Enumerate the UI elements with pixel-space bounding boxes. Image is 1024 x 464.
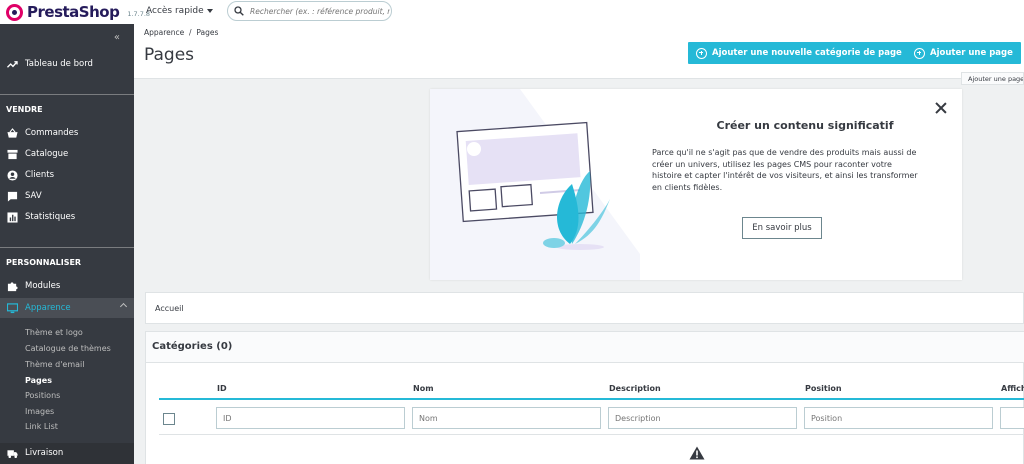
column-id[interactable]: ID bbox=[217, 384, 227, 393]
breadcrumb-home[interactable]: Accueil bbox=[155, 304, 184, 313]
sidebar-item-label: SAV bbox=[25, 191, 42, 201]
add-page-button[interactable]: Ajouter une page bbox=[906, 42, 1021, 64]
header-underline bbox=[159, 398, 1024, 400]
sidebar-item-label: Modules bbox=[25, 281, 61, 291]
sidebar-item-catalog[interactable]: Catalogue bbox=[0, 144, 134, 164]
trending-up-icon bbox=[6, 58, 18, 70]
sidebar-item-modules[interactable]: Modules bbox=[0, 276, 134, 296]
collapse-sidebar-icon[interactable]: « bbox=[114, 32, 120, 43]
puzzle-icon bbox=[6, 280, 18, 292]
prestashop-logo-icon bbox=[6, 3, 23, 21]
sidebar-item-service[interactable]: SAV bbox=[0, 186, 134, 206]
submenu-link-list[interactable]: Link List bbox=[25, 422, 58, 431]
caret-down-icon bbox=[206, 8, 213, 13]
column-description[interactable]: Description bbox=[609, 384, 661, 393]
search-icon bbox=[234, 6, 244, 16]
brand-name: PrestaShop bbox=[27, 3, 120, 21]
select-all-checkbox[interactable] bbox=[163, 413, 175, 425]
sidebar-item-label: Commandes bbox=[25, 128, 79, 138]
truck-icon bbox=[6, 447, 18, 459]
filter-id-input[interactable] bbox=[216, 407, 405, 429]
top-header: PrestaShop 1.7.7.8 Accès rapide bbox=[0, 0, 1024, 24]
section-customize: PERSONNALISER bbox=[6, 258, 82, 267]
cms-illustration bbox=[430, 89, 640, 280]
column-display[interactable]: Affich bbox=[1001, 384, 1024, 393]
categories-panel: Catégories (0) ID Nom Description Positi… bbox=[145, 331, 1024, 464]
submenu-images[interactable]: Images bbox=[25, 407, 54, 416]
add-page-category-label: Ajouter une nouvelle catégorie de page bbox=[712, 48, 902, 58]
onboarding-text: Parce qu'il ne s'agit pas que de vendre … bbox=[652, 148, 918, 192]
quick-access-label: Accès rapide bbox=[146, 6, 204, 16]
plus-circle-icon bbox=[696, 47, 707, 59]
learn-more-button[interactable]: En savoir plus bbox=[742, 217, 822, 239]
add-page-label: Ajouter une page bbox=[930, 48, 1013, 58]
breadcrumb[interactable]: Apparence / Pages bbox=[144, 28, 218, 37]
warning-icon bbox=[689, 446, 705, 460]
divider bbox=[0, 94, 134, 95]
submenu-pages[interactable]: Pages bbox=[25, 376, 52, 385]
onboarding-card: Créer un contenu significatif Parce qu'i… bbox=[430, 89, 962, 280]
sidebar-item-label: Tableau de bord bbox=[25, 59, 93, 69]
submenu-positions[interactable]: Positions bbox=[25, 391, 60, 400]
section-sell: VENDRE bbox=[6, 105, 43, 114]
sidebar-item-label: Apparence bbox=[25, 303, 71, 313]
sidebar-item-label: Clients bbox=[25, 170, 55, 180]
sidebar-item-label: Livraison bbox=[25, 448, 64, 458]
sidebar: « Tableau de bord VENDRE Commandes Catal… bbox=[0, 24, 134, 464]
store-icon bbox=[6, 148, 18, 160]
sidebar-item-shipping[interactable]: Livraison bbox=[0, 443, 134, 463]
basket-icon bbox=[6, 127, 18, 139]
page-title: Pages bbox=[144, 45, 195, 65]
search-box[interactable] bbox=[227, 1, 392, 21]
sidebar-item-appearance[interactable]: Apparence bbox=[0, 298, 134, 318]
filter-name-input[interactable] bbox=[412, 407, 601, 429]
column-position[interactable]: Position bbox=[805, 384, 842, 393]
column-name[interactable]: Nom bbox=[413, 384, 434, 393]
monitor-icon bbox=[6, 302, 18, 314]
chevron-up-icon bbox=[119, 302, 128, 311]
sidebar-item-label: Catalogue bbox=[25, 149, 69, 159]
search-input[interactable] bbox=[250, 6, 390, 16]
close-icon[interactable] bbox=[934, 101, 948, 115]
submenu-theme-logo[interactable]: Thème et logo bbox=[25, 328, 83, 337]
onboarding-title: Créer un contenu significatif bbox=[716, 119, 894, 132]
user-circle-icon bbox=[6, 169, 18, 181]
plus-circle-icon bbox=[914, 47, 925, 59]
filter-description-input[interactable] bbox=[608, 407, 797, 429]
row-divider bbox=[159, 434, 1024, 435]
sidebar-item-stats[interactable]: Statistiques bbox=[0, 207, 134, 227]
prestashop-logo[interactable]: PrestaShop 1.7.7.8 bbox=[6, 3, 150, 21]
submenu-theme-catalog[interactable]: Catalogue de thèmes bbox=[25, 344, 111, 353]
sidebar-item-orders[interactable]: Commandes bbox=[0, 123, 134, 143]
bar-chart-icon bbox=[6, 211, 18, 223]
chat-icon bbox=[6, 190, 18, 202]
category-breadcrumb-panel: Accueil bbox=[145, 292, 1024, 324]
sidebar-item-dashboard[interactable]: Tableau de bord bbox=[0, 54, 134, 74]
add-page-tooltip: Ajouter une page bbox=[961, 72, 1024, 85]
add-page-category-button[interactable]: Ajouter une nouvelle catégorie de page bbox=[688, 42, 910, 64]
quick-access-dropdown[interactable]: Accès rapide bbox=[146, 6, 213, 16]
sidebar-item-label: Statistiques bbox=[25, 212, 76, 222]
submenu-email-theme[interactable]: Thème d'email bbox=[25, 360, 84, 369]
categories-title: Catégories (0) bbox=[146, 332, 1024, 363]
filter-display-input[interactable] bbox=[1000, 407, 1024, 429]
divider bbox=[0, 247, 134, 248]
filter-position-input[interactable] bbox=[804, 407, 993, 429]
sidebar-item-customers[interactable]: Clients bbox=[0, 165, 134, 185]
